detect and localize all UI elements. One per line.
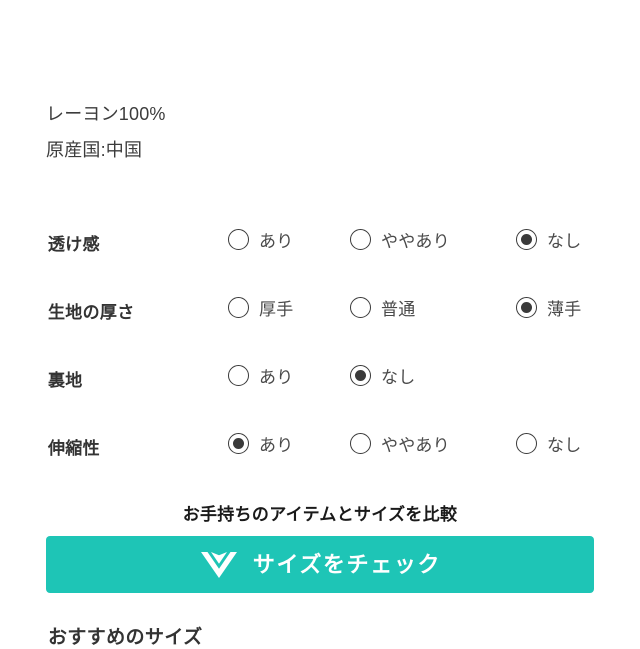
v-chevron-logo-icon (199, 549, 239, 581)
radio-option-label: なし (381, 368, 416, 387)
radio-icon-unchecked[interactable] (228, 365, 249, 386)
fabric-spec-table: 透け感 あり ややあり なし 生地の厚さ 厚手 普通 薄手 裏地 あり なし 伸… (0, 222, 640, 494)
size-compare-heading: お手持ちのアイテムとサイズを比較 (182, 505, 458, 524)
material-composition: レーヨン100% (46, 104, 166, 124)
radio-option-label: なし (547, 232, 582, 251)
radio-icon-checked[interactable] (350, 365, 371, 386)
radio-option-lining-1[interactable]: なし (350, 363, 415, 388)
spec-row-lining: 裏地 あり なし (0, 358, 640, 426)
radio-option-stretch-0[interactable]: あり (228, 431, 293, 456)
radio-option-label: 厚手 (259, 300, 294, 319)
radio-icon-unchecked[interactable] (350, 229, 371, 250)
radio-option-label: 薄手 (547, 300, 582, 319)
recommended-size-heading: おすすめのサイズ (48, 627, 203, 648)
radio-option-label: なし (547, 436, 582, 455)
check-size-button-label: サイズをチェック (252, 551, 442, 577)
radio-option-sheerness-0[interactable]: あり (228, 227, 293, 252)
material-origin: 原産国:中国 (46, 140, 143, 160)
radio-icon-checked[interactable] (228, 433, 249, 454)
radio-option-label: あり (259, 368, 294, 387)
radio-icon-unchecked[interactable] (350, 433, 371, 454)
radio-option-sheerness-2[interactable]: なし (516, 227, 581, 252)
radio-option-stretch-2[interactable]: なし (516, 431, 581, 456)
radio-option-stretch-1[interactable]: ややあり (350, 431, 450, 456)
radio-icon-checked[interactable] (516, 229, 537, 250)
radio-icon-unchecked[interactable] (350, 297, 371, 318)
radio-icon-unchecked[interactable] (228, 229, 249, 250)
radio-icon-checked[interactable] (516, 297, 537, 318)
material-info-block: レーヨン100% 原産国:中国 (46, 96, 566, 168)
radio-option-thickness-0[interactable]: 厚手 (228, 295, 293, 320)
radio-option-label: あり (259, 232, 294, 251)
radio-option-sheerness-1[interactable]: ややあり (350, 227, 450, 252)
spec-row-thickness: 生地の厚さ 厚手 普通 薄手 (0, 290, 640, 358)
radio-group-sheerness: あり ややあり なし (0, 222, 640, 262)
radio-group-lining: あり なし (0, 358, 640, 398)
radio-option-label: ややあり (381, 232, 450, 251)
radio-icon-unchecked[interactable] (516, 433, 537, 454)
radio-option-label: ややあり (381, 436, 450, 455)
radio-icon-unchecked[interactable] (228, 297, 249, 318)
radio-group-thickness: 厚手 普通 薄手 (0, 290, 640, 330)
radio-group-stretch: あり ややあり なし (0, 426, 640, 466)
radio-option-lining-0[interactable]: あり (228, 363, 293, 388)
product-detail-page: レーヨン100% 原産国:中国 透け感 あり ややあり なし 生地の厚さ 厚手 … (0, 0, 640, 648)
spec-row-sheerness: 透け感 あり ややあり なし (0, 222, 640, 290)
check-size-button[interactable]: サイズをチェック (46, 536, 594, 593)
radio-option-label: 普通 (381, 300, 416, 319)
radio-option-label: あり (259, 436, 294, 455)
radio-option-thickness-1[interactable]: 普通 (350, 295, 415, 320)
spec-row-stretch: 伸縮性 あり ややあり なし (0, 426, 640, 494)
radio-option-thickness-2[interactable]: 薄手 (516, 295, 581, 320)
